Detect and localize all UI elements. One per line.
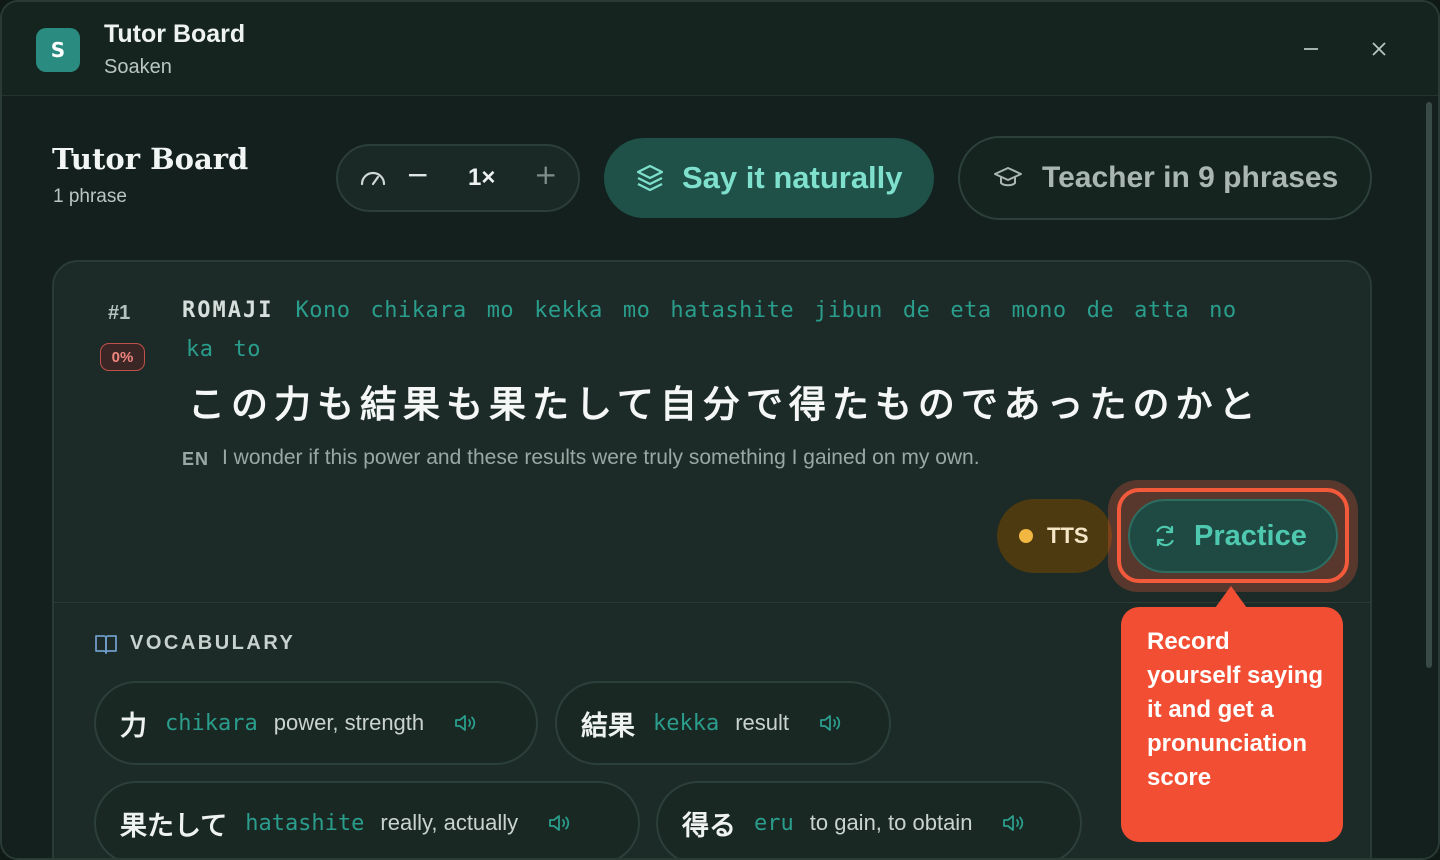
speed-control: − 1× + [336,144,580,212]
vocabulary-label: VOCABULARY [130,632,296,654]
romaji-word: mo [486,298,515,323]
tooltip-arrow [1215,586,1247,608]
close-window-button[interactable] [1362,32,1396,66]
vocab-meaning: result [735,710,790,735]
vocab-meaning: power, strength [273,710,425,735]
romaji-word: no [1209,298,1237,323]
tts-button[interactable]: TTS [997,499,1112,573]
score-badge: 0% [100,343,145,371]
romaji-word: jibun [814,298,883,323]
title-bar: S Tutor Board Soaken [2,2,1438,96]
teacher-button[interactable]: Teacher in 9 phrases [958,136,1372,220]
vocab-kanji: 得る [682,810,736,842]
app-title: Tutor Board [104,20,246,48]
vocab-kanji: 果たして [120,810,228,842]
speed-increase-button[interactable]: + [534,158,557,191]
phrase-number: #1 [108,302,131,324]
romaji-word: Kono [295,298,351,323]
gauge-icon [360,171,386,186]
vertical-scrollbar[interactable] [1426,102,1432,668]
minimize-icon [1304,48,1318,50]
vocab-meaning: really, actually [380,810,519,835]
romaji-word: kekka [534,298,603,323]
card-divider [54,602,1370,603]
vocab-reading: hatashite [245,810,365,836]
romaji-word: de [902,298,931,323]
vocab-reading: eru [754,810,794,836]
graduation-cap-icon [994,167,1022,187]
english-translation: I wonder if this power and these results… [222,446,980,469]
status-dot [1019,529,1033,543]
speed-value: 1× [468,164,496,191]
speaker-icon[interactable] [452,710,478,736]
speaker-icon[interactable] [817,710,843,736]
book-icon [95,634,117,654]
english-tag: EN [182,449,210,469]
vocab-meaning: to gain, to obtain [809,810,973,835]
speed-decrease-button[interactable]: − [406,158,429,191]
minimize-button[interactable] [1294,32,1328,66]
vocabulary-heading: VOCABULARY [94,632,295,655]
romaji-line-1: ROMAJI Kono chikara mo kekka mo hatashite jibun… [182,296,1322,326]
japanese-phrase: この力も結果も果たして自分で得たものであったのかと [188,383,1262,426]
romaji-label: ROMAJI [182,298,274,323]
romaji-line-2: ka to [186,335,1326,365]
romaji-word: ka [186,337,214,362]
layers-icon [636,164,664,192]
vocab-chip[interactable]: 果たして hatashite really, actually [94,781,640,858]
close-icon [1372,42,1386,56]
vocab-kanji: 結果 [581,710,635,742]
vocab-kanji: 力 [120,710,147,742]
say-it-naturally-button[interactable]: Say it naturally [604,138,934,218]
app-logo: S [36,28,80,72]
page-title: Tutor Board [52,142,249,176]
speaker-icon[interactable] [546,810,572,836]
teacher-label: Teacher in 9 phrases [1042,161,1339,194]
practice-tooltip: Record yourself saying it and get a pron… [1121,607,1343,842]
romaji-word: atta [1134,298,1190,323]
speaker-icon[interactable] [1000,810,1026,836]
vocab-chip[interactable]: 力 chikara power, strength [94,681,538,765]
app-window: S Tutor Board Soaken Tutor Board 1 phras… [0,0,1440,860]
vocab-chip[interactable]: 得る eru to gain, to obtain [656,781,1082,858]
app-subtitle: Soaken [104,56,172,78]
romaji-word: to [233,337,261,362]
phrase-count: 1 phrase [53,186,127,207]
romaji-word: eta [950,298,992,323]
vocab-reading: kekka [653,710,720,736]
romaji-word: mo [622,298,651,323]
romaji-word: mono [1011,298,1067,323]
say-it-naturally-label: Say it naturally [682,160,903,195]
practice-button[interactable]: Practice [1128,499,1338,573]
vocab-chip[interactable]: 結果 kekka result [555,681,891,765]
romaji-word: hatashite [670,298,795,323]
tts-label: TTS [1047,523,1089,548]
romaji-word: de [1086,298,1115,323]
tooltip-text: Record yourself saying it and get a pron… [1147,628,1324,791]
romaji-word: chikara [370,298,467,323]
practice-label: Practice [1194,519,1307,552]
vocab-reading: chikara [165,710,258,736]
refresh-icon [1156,525,1174,547]
